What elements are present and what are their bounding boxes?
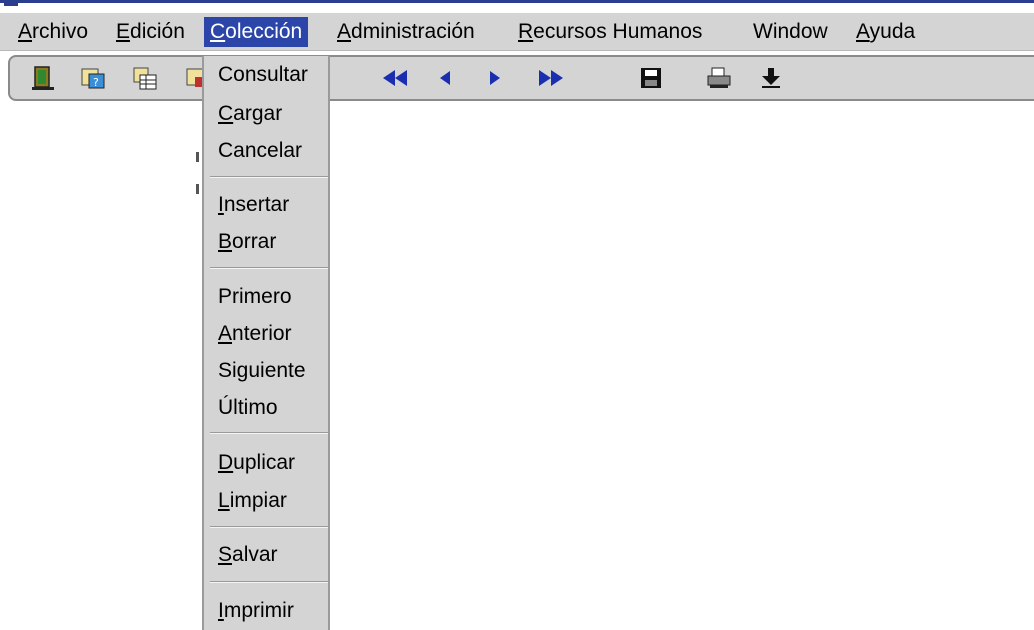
menu-separator [210, 267, 328, 269]
menu-coleccion-label: olección [225, 20, 303, 43]
menu-item-label: Cancelar [218, 139, 303, 162]
menu-window[interactable]: Window [747, 17, 834, 47]
menu-recursos-humanos-label: ecursos Humanos [533, 20, 703, 43]
menu-recursos-humanos[interactable]: Recursos Humanos [512, 17, 708, 47]
query-button[interactable]: ? [78, 63, 108, 93]
table-icon [133, 67, 157, 90]
svg-text:?: ? [93, 76, 99, 89]
menu-administracion-label: dministración [351, 20, 475, 43]
menu-item-siguiente[interactable]: Siguiente [218, 358, 306, 384]
menu-item-duplicar[interactable]: Duplicar [218, 450, 295, 476]
menu-administracion[interactable]: Administración [331, 17, 481, 47]
menu-item-label: mprimir [223, 599, 294, 622]
menu-archivo-label: rchivo [32, 20, 89, 43]
save-button[interactable] [636, 63, 666, 93]
mnemonic: L [218, 489, 230, 512]
menu-item-limpiar[interactable]: Limpiar [218, 488, 287, 514]
next-record-button[interactable] [480, 63, 510, 93]
menu-item-borrar[interactable]: Borrar [218, 229, 276, 255]
background-mark [196, 184, 199, 194]
download-icon [762, 68, 780, 88]
menu-ayuda-label: yuda [869, 20, 916, 43]
coleccion-dropdown-menu: Consultar Cargar Cancelar Insertar Borra… [202, 56, 330, 630]
menu-item-cancelar[interactable]: Cancelar [218, 138, 302, 164]
menu-item-ultimo[interactable]: Último [218, 395, 278, 421]
window-corner-mark [4, 0, 18, 6]
save-icon [641, 68, 661, 88]
menu-archivo[interactable]: Archivo [12, 17, 94, 47]
mnemonic: S [218, 543, 233, 566]
table-button[interactable] [130, 63, 160, 93]
menu-item-label: Último [218, 396, 278, 419]
menu-item-label: impiar [229, 489, 287, 512]
window-top-border [0, 0, 1034, 6]
mnemonic: B [218, 230, 233, 253]
menu-window-label: Window [753, 20, 828, 43]
print-icon [707, 67, 731, 88]
previous-record-button[interactable] [430, 63, 460, 93]
previous-record-icon [440, 71, 450, 85]
exit-button[interactable] [28, 63, 58, 93]
exit-icon [32, 66, 54, 90]
menu-item-label: alvar [232, 543, 278, 566]
first-record-button[interactable] [378, 63, 418, 93]
menu-coleccion-mnemonic: C [210, 20, 226, 43]
menu-edicion[interactable]: Edición [110, 17, 191, 47]
query-icon: ? [81, 68, 105, 89]
menu-item-consultar[interactable]: Consultar [218, 62, 308, 88]
menu-ayuda-mnemonic: A [856, 20, 870, 43]
menu-edicion-label: dición [130, 20, 185, 43]
menu-bar: Archivo Edición Colección Administración… [0, 13, 1034, 51]
menu-separator [210, 581, 328, 583]
menu-archivo-mnemonic: A [18, 20, 33, 43]
menu-item-insertar[interactable]: Insertar [218, 192, 289, 218]
download-button[interactable] [756, 63, 786, 93]
next-record-icon [490, 71, 500, 85]
last-record-button[interactable] [528, 63, 568, 93]
menu-ayuda[interactable]: Ayuda [850, 17, 921, 47]
menu-item-label: orrar [232, 230, 277, 253]
menu-separator [210, 432, 328, 434]
menu-item-primero[interactable]: Primero [218, 284, 292, 310]
background-mark [196, 152, 199, 162]
menu-recursos-humanos-mnemonic: R [518, 20, 534, 43]
print-button[interactable] [704, 63, 734, 93]
menu-item-label: uplicar [233, 451, 296, 474]
menu-item-imprimir[interactable]: Imprimir [218, 598, 294, 624]
mnemonic: C [218, 102, 234, 125]
menu-item-label: Siguiente [218, 359, 306, 382]
menu-item-salvar[interactable]: Salvar [218, 542, 278, 568]
menu-edicion-mnemonic: E [116, 20, 131, 43]
mnemonic: D [218, 451, 234, 474]
menu-item-label: Consultar [218, 63, 308, 86]
menu-separator [210, 176, 328, 178]
first-record-icon [383, 70, 407, 86]
toolbar: ? [8, 55, 1034, 101]
menu-separator [210, 526, 328, 528]
mnemonic: A [218, 322, 233, 345]
menu-administracion-mnemonic: A [337, 20, 352, 43]
menu-item-cargar[interactable]: Cargar [218, 101, 282, 127]
menu-item-anterior[interactable]: Anterior [218, 321, 292, 347]
menu-item-label: Primero [218, 285, 292, 308]
menu-item-label: nterior [232, 322, 292, 345]
menu-item-label: nsertar [223, 193, 290, 216]
menu-item-label: argar [233, 102, 283, 125]
last-record-icon [539, 70, 563, 86]
menu-coleccion[interactable]: Colección [204, 17, 309, 47]
